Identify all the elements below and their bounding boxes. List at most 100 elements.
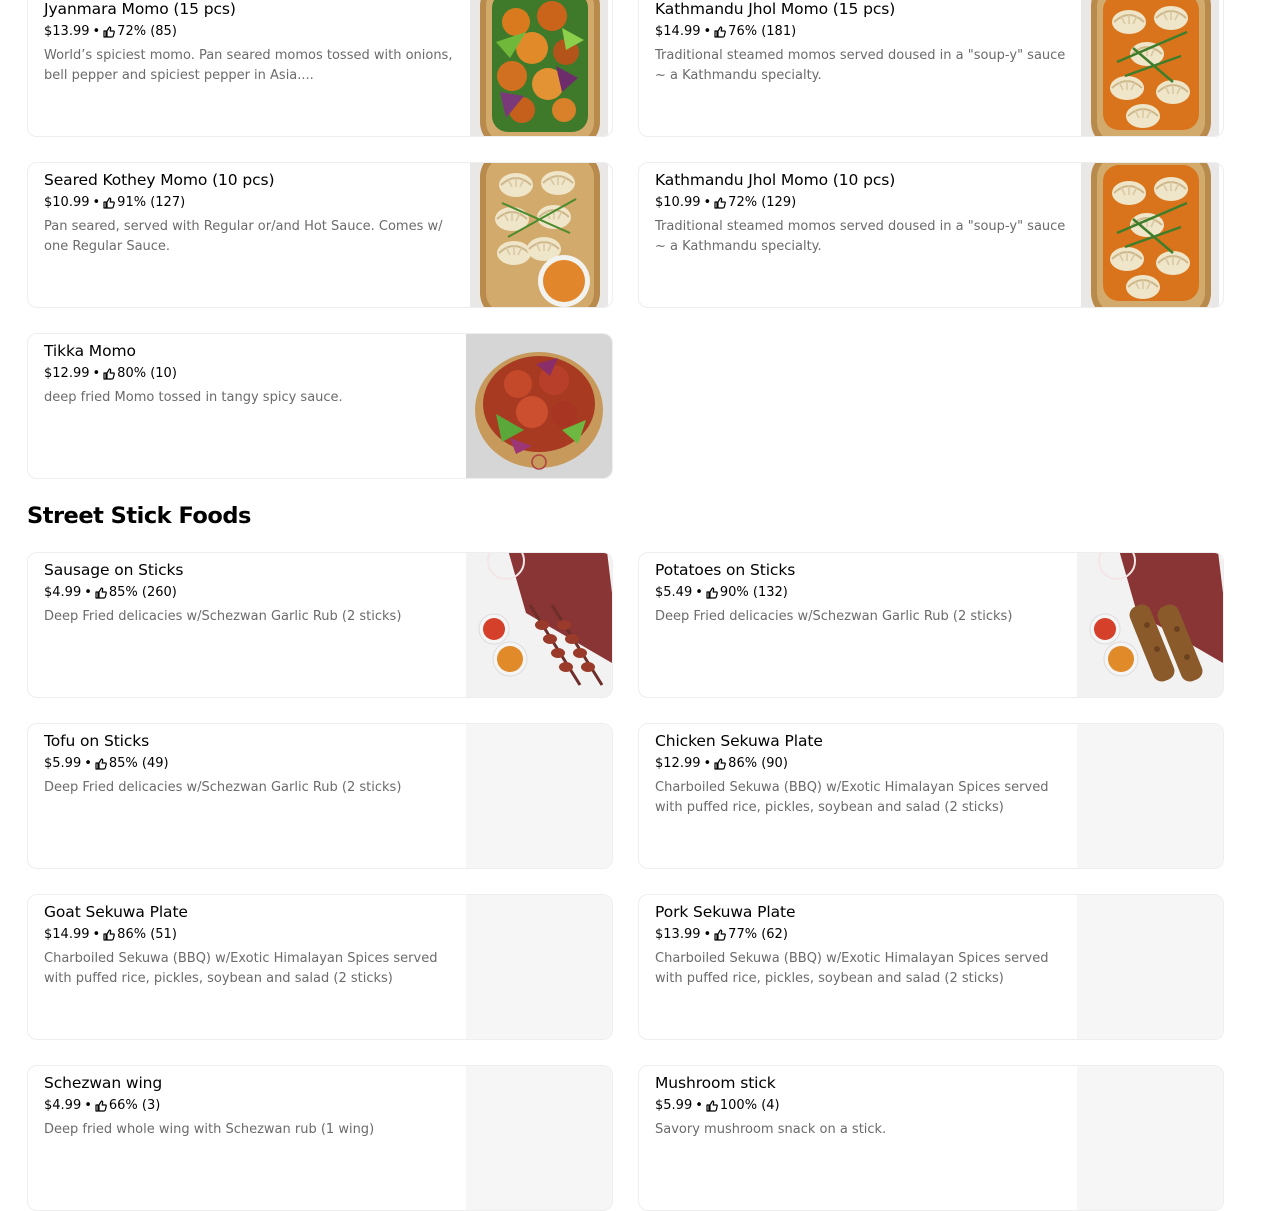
item-name: Potatoes on Sticks <box>655 561 796 579</box>
menu-item-card[interactable]: Schezwan wing $4.99 • 66% (3) Deep fried … <box>27 1065 613 1211</box>
item-meta: $4.99 • 66% (3) <box>44 1096 464 1116</box>
menu-item-card[interactable]: Tikka Momo $12.99 • 80% (10) deep fried M… <box>27 333 613 479</box>
item-name: Tikka Momo <box>44 342 136 360</box>
item-name: Goat Sekuwa Plate <box>44 903 188 921</box>
image-placeholder <box>1077 895 1223 1039</box>
item-price: $12.99 <box>655 756 701 771</box>
thumbs-up-icon <box>714 197 727 209</box>
item-name: Mushroom stick <box>655 1074 776 1092</box>
item-name: Pork Sekuwa Plate <box>655 903 796 921</box>
item-meta: $5.99 • 100% (4) <box>655 1096 1075 1116</box>
item-meta: $12.99 • 80% (10) <box>44 364 464 384</box>
image-placeholder <box>466 724 612 868</box>
item-rating: 90% (132) <box>719 585 788 600</box>
item-price: $10.99 <box>44 195 90 210</box>
item-meta: $14.99 • 86% (51) <box>44 925 464 945</box>
item-name: Seared Kothey Momo (10 pcs) <box>44 171 275 189</box>
item-rating: 85% (49) <box>108 756 169 771</box>
menu-item-card[interactable]: Chicken Sekuwa Plate $12.99 • 86% (90) Ch… <box>638 723 1224 869</box>
item-price: $14.99 <box>655 24 701 39</box>
item-name: Jyanmara Momo (15 pcs) <box>44 0 236 18</box>
item-description: Deep fried whole wing with Schezwan rub … <box>44 1122 375 1137</box>
thumbs-up-icon <box>103 368 116 380</box>
menu-item-card[interactable]: Mushroom stick $5.99 • 100% (4) Savory mu… <box>638 1065 1224 1211</box>
menu-item-card[interactable]: Jyanmara Momo (15 pcs) $13.99 • 72% (85) … <box>27 0 613 137</box>
item-rating: 76% (181) <box>728 24 797 39</box>
menu-item-card[interactable]: Seared Kothey Momo (10 pcs) $10.99 • 91% … <box>27 162 613 308</box>
item-meta: $14.99 • 76% (181) <box>655 22 1075 42</box>
item-meta: $10.99 • 72% (129) <box>655 193 1075 213</box>
menu-item-card[interactable]: Goat Sekuwa Plate $14.99 • 86% (51) Charb… <box>27 894 613 1040</box>
item-price: $10.99 <box>655 195 701 210</box>
thumbs-up-icon <box>103 197 116 209</box>
item-meta: $12.99 • 86% (90) <box>655 754 1075 774</box>
menu-item-card[interactable]: Pork Sekuwa Plate $13.99 • 77% (62) Charb… <box>638 894 1224 1040</box>
item-meta: $5.99 • 85% (49) <box>44 754 464 774</box>
thumbs-up-icon <box>95 758 107 770</box>
item-price: $13.99 <box>44 24 90 39</box>
image-placeholder <box>1077 724 1223 868</box>
thumbs-up-icon <box>714 929 727 941</box>
item-image <box>466 553 612 697</box>
menu-item-card[interactable]: Tofu on Sticks $5.99 • 85% (49) Deep Frie… <box>27 723 613 869</box>
item-description: Deep Fried delicacies w/Schezwan Garlic … <box>44 780 402 795</box>
item-image <box>466 0 612 136</box>
item-description: World’s spiciest momo. Pan seared momos … <box>44 48 453 83</box>
thumbs-up-icon <box>706 587 718 599</box>
item-image <box>1077 0 1223 136</box>
item-rating: 72% (129) <box>728 195 797 210</box>
menu-item-card[interactable]: Kathmandu Jhol Momo (10 pcs) $10.99 • 72%… <box>638 162 1224 308</box>
item-description: Traditional steamed momos served doused … <box>655 48 1066 83</box>
item-price: $13.99 <box>655 927 701 942</box>
item-description: Pan seared, served with Regular or/and H… <box>44 219 443 254</box>
item-name: Chicken Sekuwa Plate <box>655 732 823 750</box>
item-price: $14.99 <box>44 927 90 942</box>
item-price: $12.99 <box>44 366 90 381</box>
item-meta: $5.49 • 90% (132) <box>655 583 1075 603</box>
item-rating: 85% (260) <box>108 585 177 600</box>
item-meta: $13.99 • 77% (62) <box>655 925 1075 945</box>
item-name: Schezwan wing <box>44 1074 163 1092</box>
item-rating: 100% (4) <box>719 1098 780 1113</box>
item-image <box>466 163 612 307</box>
item-description: Savory mushroom snack on a stick. <box>655 1122 887 1137</box>
image-placeholder <box>466 895 612 1039</box>
item-name: Sausage on Sticks <box>44 561 184 579</box>
item-description: Deep Fried delicacies w/Schezwan Garlic … <box>44 609 402 624</box>
menu-item-card[interactable]: Kathmandu Jhol Momo (15 pcs) $14.99 • 76%… <box>638 0 1224 137</box>
item-description: Charboiled Sekuwa (BBQ) w/Exotic Himalay… <box>44 951 438 986</box>
item-meta: $4.99 • 85% (260) <box>44 583 464 603</box>
item-meta: $10.99 • 91% (127) <box>44 193 464 213</box>
item-price: $5.99 <box>655 1098 693 1113</box>
thumbs-up-icon <box>103 929 116 941</box>
thumbs-up-icon <box>706 1100 718 1112</box>
image-placeholder <box>466 1066 612 1210</box>
item-rating: 91% (127) <box>117 195 186 210</box>
item-rating: 66% (3) <box>108 1098 161 1113</box>
thumbs-up-icon <box>95 1100 107 1112</box>
item-image <box>466 334 612 478</box>
item-description: Charboiled Sekuwa (BBQ) w/Exotic Himalay… <box>655 780 1049 815</box>
thumbs-up-icon <box>714 758 727 770</box>
item-description: deep fried Momo tossed in tangy spicy sa… <box>44 390 343 405</box>
item-name: Kathmandu Jhol Momo (10 pcs) <box>655 171 896 189</box>
section-title-street-stick-foods: Street Stick Foods <box>27 503 251 529</box>
item-meta: $13.99 • 72% (85) <box>44 22 464 42</box>
item-price: $4.99 <box>44 585 82 600</box>
item-description: Deep Fried delicacies w/Schezwan Garlic … <box>655 609 1013 624</box>
item-description: Traditional steamed momos served doused … <box>655 219 1066 254</box>
thumbs-up-icon <box>714 26 727 38</box>
item-rating: 72% (85) <box>117 24 177 39</box>
item-rating: 77% (62) <box>728 927 788 942</box>
thumbs-up-icon <box>95 587 107 599</box>
menu-item-card[interactable]: Sausage on Sticks $4.99 • 85% (260) Deep … <box>27 552 613 698</box>
item-price: $5.99 <box>44 756 82 771</box>
item-price: $5.49 <box>655 585 693 600</box>
image-placeholder <box>1077 1066 1223 1210</box>
item-price: $4.99 <box>44 1098 82 1113</box>
item-rating: 86% (90) <box>728 756 788 771</box>
item-name: Kathmandu Jhol Momo (15 pcs) <box>655 0 896 18</box>
item-name: Tofu on Sticks <box>44 732 150 750</box>
item-description: Charboiled Sekuwa (BBQ) w/Exotic Himalay… <box>655 951 1049 986</box>
menu-item-card[interactable]: Potatoes on Sticks $5.49 • 90% (132) Deep… <box>638 552 1224 698</box>
